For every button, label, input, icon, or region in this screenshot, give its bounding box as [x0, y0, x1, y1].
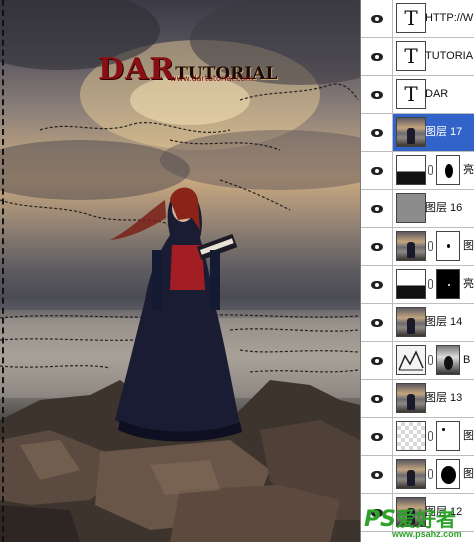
layer-visibility-toggle[interactable]: [361, 304, 393, 341]
layer-thumbnail[interactable]: [396, 421, 426, 451]
layer-name[interactable]: 亮: [463, 266, 474, 303]
layer-row[interactable]: T TUTORIA: [361, 38, 474, 76]
layer-name[interactable]: HTTP://W: [425, 0, 474, 37]
layer-visibility-toggle[interactable]: [361, 380, 393, 417]
layer-visibility-toggle[interactable]: [361, 190, 393, 227]
layer-row[interactable]: T DAR: [361, 76, 474, 114]
layer-mask-thumbnail[interactable]: [436, 231, 460, 261]
text-layer-icon[interactable]: T: [396, 3, 426, 33]
layer-row[interactable]: 图: [361, 418, 474, 456]
text-layer-icon[interactable]: T: [396, 41, 426, 71]
layer-name[interactable]: TUTORIA: [425, 38, 474, 75]
layer-mask-thumbnail[interactable]: [436, 269, 460, 299]
layer-visibility-toggle[interactable]: [361, 342, 393, 379]
layer-visibility-toggle[interactable]: [361, 152, 393, 189]
layer-row[interactable]: 图层 17: [361, 114, 474, 152]
eye-icon: [370, 90, 383, 99]
eye-icon: [370, 242, 383, 251]
layer-thumbnail[interactable]: [396, 117, 426, 147]
layer-row[interactable]: 亮: [361, 152, 474, 190]
mask-link-icon[interactable]: [428, 279, 433, 289]
layer-visibility-toggle[interactable]: [361, 38, 393, 75]
layer-name[interactable]: 图层 16: [425, 190, 474, 227]
eye-icon: [370, 470, 383, 479]
mask-link-icon[interactable]: [428, 165, 433, 175]
layer-thumbnail[interactable]: [396, 345, 426, 375]
layer-name[interactable]: 图: [463, 456, 474, 493]
layer-visibility-toggle[interactable]: [361, 0, 393, 37]
mask-link-icon[interactable]: [428, 355, 433, 365]
watermark-url: www.dartutorial.com: [170, 74, 254, 83]
eye-icon: [370, 394, 383, 403]
layer-row[interactable]: T HTTP://W: [361, 0, 474, 38]
layer-thumbnail[interactable]: [396, 459, 426, 489]
layer-visibility-toggle[interactable]: [361, 456, 393, 493]
layer-thumbnail[interactable]: [396, 307, 426, 337]
watermark-dar: DAR: [98, 52, 176, 87]
layer-row[interactable]: B: [361, 342, 474, 380]
mask-link-icon[interactable]: [428, 431, 433, 441]
layer-name[interactable]: 图层 14: [425, 304, 474, 341]
layers-panel: T HTTP://W T TUTORIA T DAR 图层 17 亮图层 16 图亮图层 14 B…: [360, 0, 474, 542]
layer-name[interactable]: 图层 17: [425, 114, 474, 151]
site-logo: PS爱好者: [364, 503, 456, 532]
layer-visibility-toggle[interactable]: [361, 266, 393, 303]
layer-mask-thumbnail[interactable]: [436, 459, 460, 489]
layer-name[interactable]: 图: [463, 418, 474, 455]
layer-thumbnail[interactable]: [396, 193, 426, 223]
layer-visibility-toggle[interactable]: [361, 114, 393, 151]
layer-row[interactable]: 亮: [361, 266, 474, 304]
eye-icon: [370, 432, 383, 441]
layer-visibility-toggle[interactable]: [361, 418, 393, 455]
layer-thumbnail[interactable]: [396, 155, 426, 185]
layer-name[interactable]: 图层 13: [425, 380, 474, 417]
logo-brand: 爱好者: [395, 507, 456, 531]
eye-icon: [370, 128, 383, 137]
mask-link-icon[interactable]: [428, 469, 433, 479]
mask-link-icon[interactable]: [428, 241, 433, 251]
layer-visibility-toggle[interactable]: [361, 228, 393, 265]
layer-row[interactable]: 图层 16: [361, 190, 474, 228]
layer-row[interactable]: 图: [361, 228, 474, 266]
layer-mask-thumbnail[interactable]: [436, 421, 460, 451]
layer-visibility-toggle[interactable]: [361, 76, 393, 113]
layer-row[interactable]: 图层 14: [361, 304, 474, 342]
eye-icon: [370, 52, 383, 61]
eye-icon: [370, 280, 383, 289]
layer-name[interactable]: DAR: [425, 76, 474, 113]
eye-icon: [370, 166, 383, 175]
layer-name[interactable]: 亮: [463, 152, 474, 189]
layer-row[interactable]: 图: [361, 456, 474, 494]
layer-mask-thumbnail[interactable]: [436, 155, 460, 185]
layer-thumbnail[interactable]: [396, 269, 426, 299]
layer-thumbnail[interactable]: [396, 383, 426, 413]
text-layer-icon[interactable]: T: [396, 79, 426, 109]
eye-icon: [370, 14, 383, 23]
document-canvas[interactable]: DARTUTORIAL www.dartutorial.com: [0, 0, 360, 542]
layer-thumbnail[interactable]: [396, 231, 426, 261]
layer-mask-thumbnail[interactable]: [436, 345, 460, 375]
layer-name[interactable]: B: [463, 342, 474, 379]
logo-url: www.psahz.com: [392, 529, 462, 539]
eye-icon: [370, 318, 383, 327]
eye-icon: [370, 204, 383, 213]
layer-row[interactable]: 图层 13: [361, 380, 474, 418]
eye-icon: [370, 356, 383, 365]
layer-name[interactable]: 图: [463, 228, 474, 265]
